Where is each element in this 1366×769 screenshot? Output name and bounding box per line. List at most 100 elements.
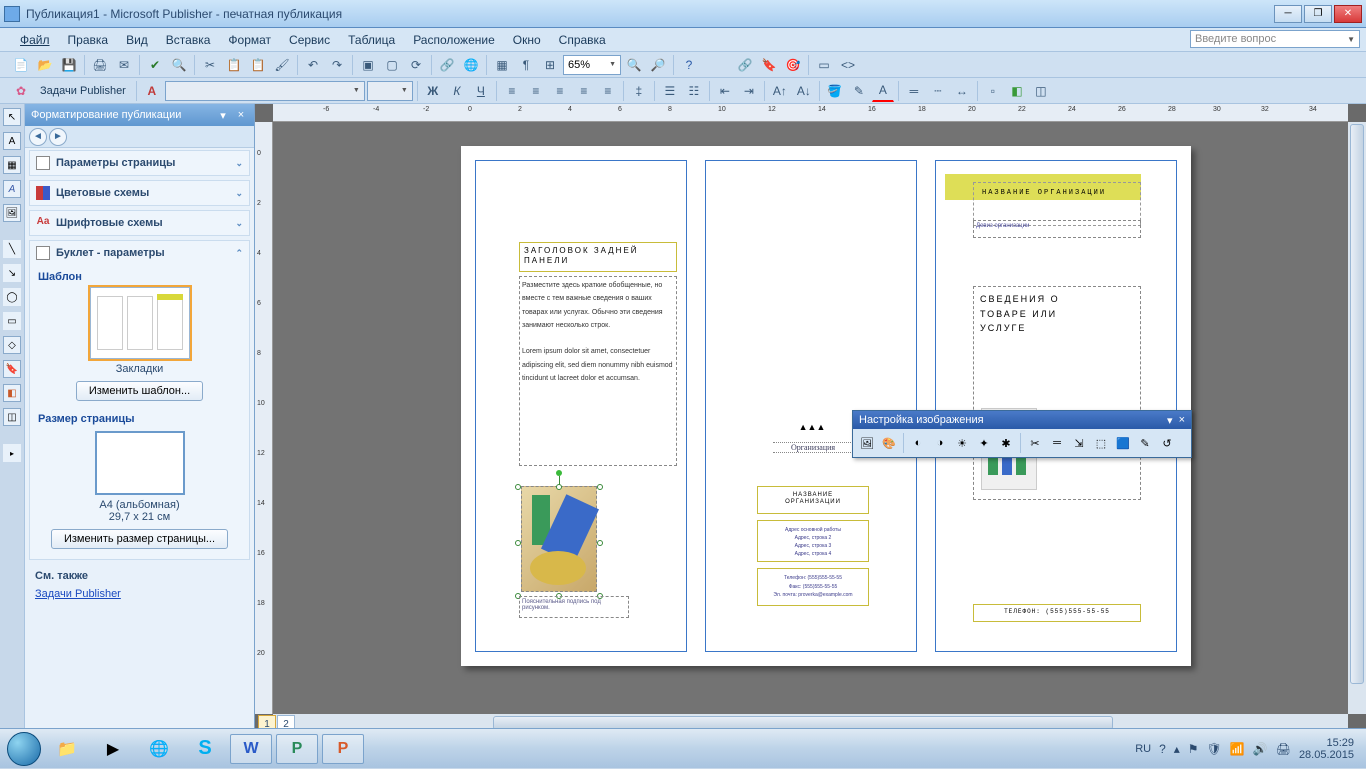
crop-button[interactable]: ✂ xyxy=(1025,433,1045,453)
italic-button[interactable]: К xyxy=(446,80,468,102)
menu-help[interactable]: Справка xyxy=(551,30,614,50)
textbox-tool[interactable]: A xyxy=(3,132,21,150)
nav-forward-button[interactable]: ► xyxy=(49,128,67,146)
open-button[interactable]: 📂 xyxy=(34,54,56,76)
line-style-button[interactable]: ═ xyxy=(1047,433,1067,453)
action-center-icon[interactable]: ⚑ xyxy=(1188,742,1199,756)
template-thumbnail[interactable] xyxy=(90,287,190,359)
start-button[interactable] xyxy=(4,729,44,769)
less-contrast-button[interactable]: ◑ xyxy=(930,433,950,453)
3d-button[interactable]: ◧ xyxy=(1006,80,1028,102)
nav-back-button[interactable]: ◄ xyxy=(29,128,47,146)
insert-hyperlink-button[interactable]: 🔗 xyxy=(734,54,756,76)
more-contrast-button[interactable]: ◐ xyxy=(908,433,928,453)
underline-button[interactable]: Ч xyxy=(470,80,492,102)
rotate-button[interactable]: ⟳ xyxy=(405,54,427,76)
decrease-font-button[interactable]: A↓ xyxy=(793,80,815,102)
reset-picture-button[interactable]: ↺ xyxy=(1157,433,1177,453)
design-gallery-tool[interactable]: ◧ xyxy=(3,384,21,402)
mail-button[interactable]: ✉ xyxy=(113,54,135,76)
menu-insert[interactable]: Вставка xyxy=(158,30,219,50)
section-color-schemes[interactable]: Цветовые схемы ⌄ xyxy=(30,181,249,205)
numbering-button[interactable]: ☷ xyxy=(683,80,705,102)
new-button[interactable]: 📄 xyxy=(10,54,32,76)
mediaplayer-taskbar-icon[interactable]: ▶ xyxy=(92,734,134,764)
network-icon[interactable]: 📶 xyxy=(1230,742,1245,756)
tray-expand-icon[interactable]: ▴ xyxy=(1174,742,1180,756)
minimize-button[interactable]: ─ xyxy=(1274,5,1302,23)
align-right-button[interactable]: ≡ xyxy=(549,80,571,102)
horizontal-ruler[interactable]: -6-4-2 024 6810 121416 182022 242628 303… xyxy=(273,104,1348,122)
chrome-taskbar-icon[interactable]: 🌐 xyxy=(138,734,180,764)
table-tool[interactable]: ▦ xyxy=(3,156,21,174)
align-center-button[interactable]: ≡ xyxy=(525,80,547,102)
printer-tray-icon[interactable]: 🖨 xyxy=(1276,742,1291,756)
lang-indicator[interactable]: RU xyxy=(1135,743,1151,755)
arrow-style-button[interactable]: ↔ xyxy=(951,80,973,102)
powerpoint-taskbar-icon[interactable]: P xyxy=(322,734,364,764)
bring-front-button[interactable]: ▣ xyxy=(357,54,379,76)
item-tool[interactable]: ◫ xyxy=(3,408,21,426)
boundaries-button[interactable]: ⊞ xyxy=(539,54,561,76)
section-page-params[interactable]: Параметры страницы ⌄ xyxy=(30,151,249,175)
font-combo[interactable]: ▼ xyxy=(165,81,365,101)
color-button[interactable]: 🎨 xyxy=(879,433,899,453)
insert-object-button[interactable]: ◫ xyxy=(1030,80,1052,102)
copy-button[interactable]: 📋 xyxy=(223,54,245,76)
menu-edit[interactable]: Правка xyxy=(60,30,117,50)
dash-style-button[interactable]: ┄ xyxy=(927,80,949,102)
recolor-button[interactable]: ✱ xyxy=(996,433,1016,453)
paragraph-marks-button[interactable]: ¶ xyxy=(515,54,537,76)
picture-tool[interactable]: 🖼 xyxy=(3,204,21,222)
hyperlink-button[interactable]: 🔗 xyxy=(436,54,458,76)
word-taskbar-icon[interactable]: W xyxy=(230,734,272,764)
redo-button[interactable]: ↷ xyxy=(326,54,348,76)
line-style-button[interactable]: ═ xyxy=(903,80,925,102)
menu-table[interactable]: Таблица xyxy=(340,30,403,50)
undo-button[interactable]: ↶ xyxy=(302,54,324,76)
change-template-button[interactable]: Изменить шаблон... xyxy=(76,381,203,401)
volume-icon[interactable]: 🔊 xyxy=(1253,742,1268,756)
vertical-scrollbar[interactable] xyxy=(1348,122,1366,714)
fontsize-combo[interactable]: ▼ xyxy=(367,81,413,101)
vertical-ruler[interactable]: 024 6810 121416 1820 xyxy=(255,122,273,714)
transparent-color-button[interactable]: ✎ xyxy=(1135,433,1155,453)
system-clock[interactable]: 15:29 28.05.2015 xyxy=(1299,737,1354,761)
close-button[interactable]: ✕ xyxy=(1334,5,1362,23)
skype-taskbar-icon[interactable]: S xyxy=(184,734,226,764)
help-tray-icon[interactable]: ? xyxy=(1159,742,1166,756)
shield-icon[interactable]: 🛡 xyxy=(1207,742,1222,756)
autoshapes-tool[interactable]: ◇ xyxy=(3,336,21,354)
justify-button[interactable]: ≡ xyxy=(573,80,595,102)
oval-tool[interactable]: ◯ xyxy=(3,288,21,306)
align-left-button[interactable]: ≡ xyxy=(501,80,523,102)
expand-tool[interactable]: ▸ xyxy=(3,444,21,462)
tasks-icon[interactable]: ✿ xyxy=(10,80,32,102)
columns-button[interactable]: ▦ xyxy=(491,54,513,76)
code-button[interactable]: <> xyxy=(837,54,859,76)
section-font-schemes[interactable]: Aa Шрифтовые схемы ⌄ xyxy=(30,211,249,235)
distribute-button[interactable]: ≡ xyxy=(597,80,619,102)
select-tool[interactable]: ↖ xyxy=(3,108,21,126)
rectangle-tool[interactable]: ▭ xyxy=(3,312,21,330)
bold-button[interactable]: Ж xyxy=(422,80,444,102)
explorer-taskbar-icon[interactable]: 📁 xyxy=(46,734,88,764)
less-brightness-button[interactable]: ✦ xyxy=(974,433,994,453)
font-color-button[interactable]: A xyxy=(872,80,894,102)
decrease-indent-button[interactable]: ⇤ xyxy=(714,80,736,102)
menu-file[interactable]: Файл xyxy=(12,30,58,50)
menu-view[interactable]: Вид xyxy=(118,30,156,50)
bookmark-button[interactable]: 🔖 xyxy=(758,54,780,76)
fill-color-button[interactable]: 🪣 xyxy=(824,80,846,102)
pagesize-preview[interactable] xyxy=(95,431,185,495)
picture-toolbar-close[interactable]: × xyxy=(1179,414,1185,427)
menu-window[interactable]: Окно xyxy=(505,30,549,50)
line-spacing-button[interactable]: ‡ xyxy=(628,80,650,102)
cut-button[interactable]: ✂ xyxy=(199,54,221,76)
format-picture-button[interactable]: 🟦 xyxy=(1113,433,1133,453)
spellcheck-button[interactable]: ✔ xyxy=(144,54,166,76)
more-brightness-button[interactable]: ☀ xyxy=(952,433,972,453)
help-button[interactable]: ? xyxy=(678,54,700,76)
publisher-taskbar-icon[interactable]: P xyxy=(276,734,318,764)
maximize-button[interactable]: ❐ xyxy=(1304,5,1332,23)
